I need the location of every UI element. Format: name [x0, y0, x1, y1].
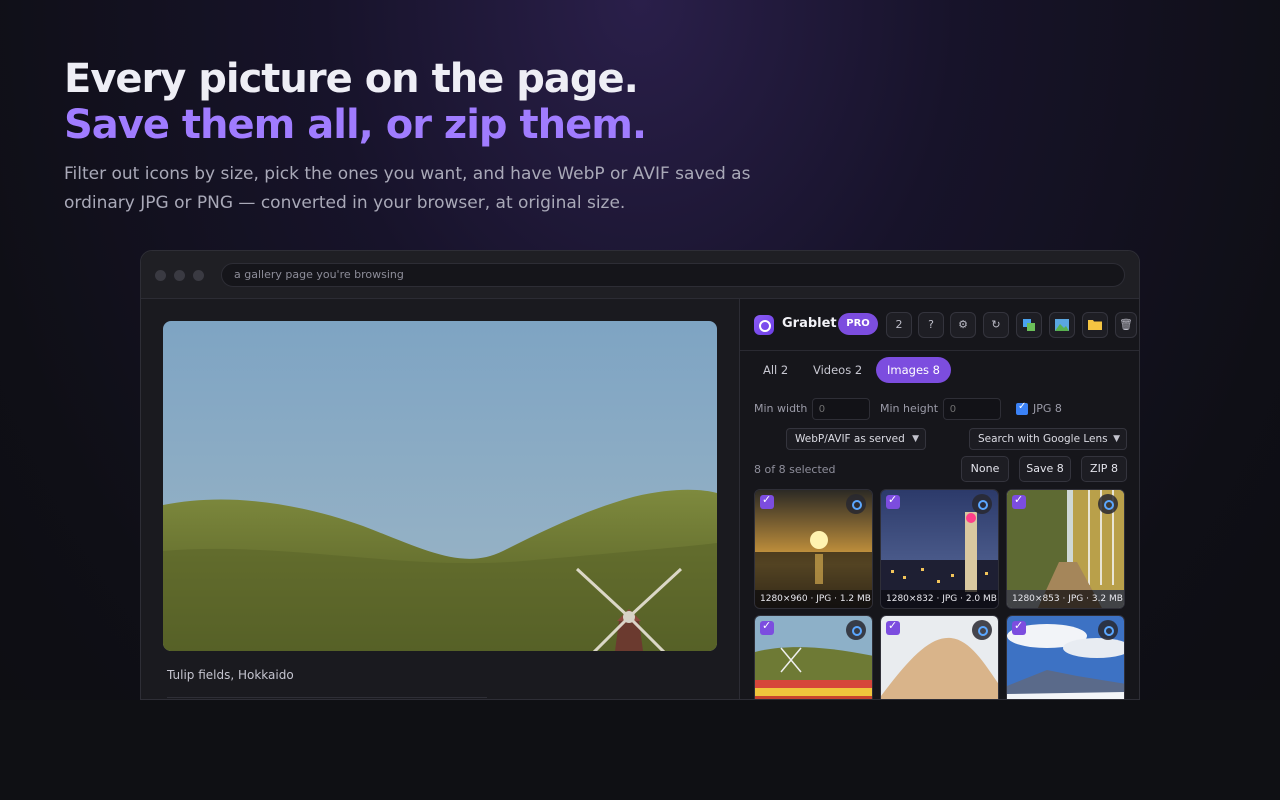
thumbnail-card[interactable]: 1280×832 · JPG · 2.0 MB: [880, 489, 999, 609]
thumbnail-checkbox[interactable]: [760, 619, 774, 635]
thumbnail-checkbox[interactable]: [1012, 619, 1026, 635]
thumbnail-card[interactable]: [1006, 615, 1125, 699]
window-dot-maximize: [193, 270, 204, 281]
gallery-page: Tulip fields, Hokkaido: [141, 299, 739, 699]
tab-all[interactable]: All 2: [752, 357, 799, 383]
thumbnail-card[interactable]: 1280×853 · JPG · 3.2 MB: [1006, 489, 1125, 609]
browser-mockup: a gallery page you're browsing Tulip fie…: [140, 250, 1140, 700]
refresh-icon[interactable]: ↻: [983, 312, 1009, 338]
help-button[interactable]: ?: [918, 312, 944, 338]
extension-header: Grablet PRO 2 ? ⚙ ↻ 🗑: [740, 299, 1139, 351]
photo-caption: Tulip fields, Hokkaido: [167, 668, 294, 682]
divider: [167, 697, 487, 698]
browser-chrome: a gallery page you're browsing: [141, 251, 1139, 299]
search-select-value: Search with Google Lens: [978, 433, 1108, 445]
headline-line-1: Every picture on the page.: [64, 56, 639, 102]
jpg-checkbox-label: JPG 8: [1033, 402, 1062, 415]
image-icon[interactable]: [1049, 312, 1075, 338]
thumbnail-meta: 1280×853 · JPG · 3.2 MB: [1007, 590, 1124, 608]
lens-search-icon[interactable]: [846, 620, 866, 640]
window-dot-close: [155, 270, 166, 281]
min-height-input[interactable]: [943, 398, 1001, 420]
thumbnail-checkbox[interactable]: [886, 493, 900, 509]
format-select[interactable]: WebP/AVIF as served ▼: [786, 428, 926, 450]
min-width-input[interactable]: [812, 398, 870, 420]
min-width-label: Min width: [754, 402, 808, 415]
select-none-button[interactable]: None: [961, 456, 1009, 482]
hero-headline: Every picture on the page. Save them all…: [64, 56, 864, 148]
lens-search-icon[interactable]: [972, 620, 992, 640]
gear-icon[interactable]: ⚙: [950, 312, 976, 338]
thumbnail-card[interactable]: 1280×960 · JPG · 1.2 MB: [754, 489, 873, 609]
hero-description: Filter out icons by size, pick the ones …: [64, 164, 751, 213]
save-selected-button[interactable]: Save 8: [1019, 456, 1071, 482]
main-photo[interactable]: [163, 321, 717, 651]
min-height-label: Min height: [880, 402, 939, 415]
brand-name: Grablet: [782, 316, 837, 331]
thumbnail-checkbox[interactable]: [886, 619, 900, 635]
search-engine-select[interactable]: Search with Google Lens ▼: [969, 428, 1127, 450]
thumbnail-card[interactable]: [754, 615, 873, 699]
thumbnail-checkbox[interactable]: [760, 493, 774, 509]
trash-icon[interactable]: 🗑: [1115, 312, 1137, 338]
lens-search-icon[interactable]: [1098, 494, 1118, 514]
chevron-down-icon: ▼: [912, 434, 919, 444]
lens-search-icon[interactable]: [972, 494, 992, 514]
zip-selected-button[interactable]: ZIP 8: [1081, 456, 1127, 482]
folder-icon[interactable]: [1082, 312, 1108, 338]
selection-count: 8 of 8 selected: [754, 463, 836, 476]
extension-panel: Grablet PRO 2 ? ⚙ ↻ 🗑 All 2 Videos 2 Ima…: [739, 299, 1139, 699]
thumbnail-checkbox[interactable]: [1012, 493, 1026, 509]
count-button[interactable]: 2: [886, 312, 912, 338]
lens-search-icon[interactable]: [846, 494, 866, 514]
format-select-value: WebP/AVIF as served: [795, 433, 905, 445]
thumbnail-meta: 1280×832 · JPG · 2.0 MB: [881, 590, 998, 608]
jpg-checkbox[interactable]: [1016, 401, 1028, 415]
thumbnail-meta: 1280×960 · JPG · 1.2 MB: [755, 590, 872, 608]
window-dot-minimize: [174, 270, 185, 281]
thumbnail-card[interactable]: [880, 615, 999, 699]
address-bar[interactable]: a gallery page you're browsing: [221, 263, 1125, 287]
chevron-down-icon: ▼: [1113, 434, 1120, 444]
page-footer-band: [0, 700, 1280, 800]
windmill-hillside-image: [163, 321, 717, 651]
pro-badge[interactable]: PRO: [838, 313, 878, 335]
copy-images-icon[interactable]: [1016, 312, 1042, 338]
lens-search-icon[interactable]: [1098, 620, 1118, 640]
tab-videos[interactable]: Videos 2: [802, 357, 873, 383]
tab-images[interactable]: Images 8: [876, 357, 951, 383]
grablet-logo-icon: [754, 315, 774, 335]
headline-line-2: Save them all, or zip them.: [64, 102, 647, 148]
hero-section: Every picture on the page. Save them all…: [64, 56, 864, 218]
